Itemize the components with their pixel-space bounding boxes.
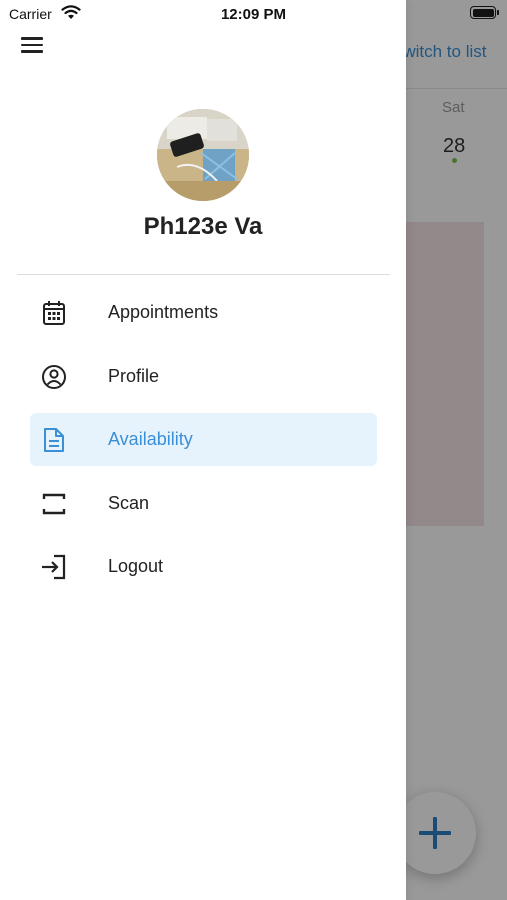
- calendar-icon: [43, 301, 65, 325]
- nav-label-availability: Availability: [108, 429, 193, 449]
- nav-item-logout[interactable]: Logout: [30, 540, 377, 593]
- avatar-photo: [157, 109, 249, 201]
- avatar[interactable]: [157, 109, 249, 201]
- user-name: Ph123e Va: [143, 213, 263, 240]
- scan-icon: [42, 493, 66, 515]
- nav-item-scan[interactable]: Scan: [30, 477, 377, 530]
- user-circle-icon: [42, 365, 66, 389]
- nav-label-appointments: Appointments: [108, 302, 219, 322]
- hamburger-menu-icon[interactable]: [21, 37, 43, 53]
- document-icon: [44, 428, 64, 452]
- navigation-drawer: Carrier 12:09 PM Ph123e Va Appointments …: [0, 0, 406, 900]
- nav-item-availability[interactable]: Availability: [30, 413, 377, 466]
- nav-item-appointments[interactable]: Appointments: [30, 286, 377, 339]
- nav-item-profile[interactable]: Profile: [30, 350, 377, 403]
- nav-label-logout: Logout: [108, 556, 164, 576]
- clock-label: 12:09 PM: [220, 6, 287, 23]
- nav-label-profile: Profile: [108, 366, 160, 386]
- logout-icon: [42, 554, 66, 580]
- drawer-divider: [17, 274, 390, 275]
- nav-label-scan: Scan: [108, 493, 150, 513]
